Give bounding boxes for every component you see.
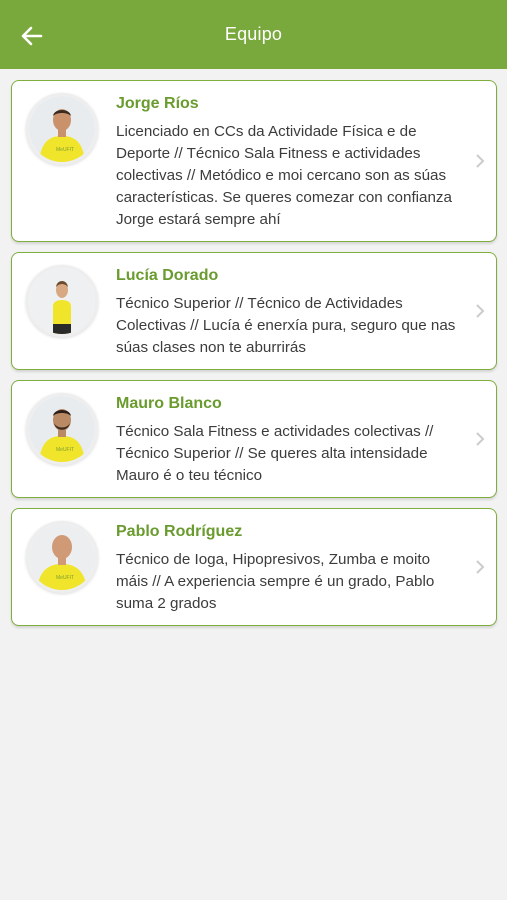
page-title: Equipo xyxy=(224,24,283,44)
coach-photo-icon: MeUFIT xyxy=(29,396,95,462)
avatar xyxy=(26,265,98,337)
chevron-right-icon xyxy=(476,560,485,574)
arrow-left-icon xyxy=(21,26,43,46)
chevron-right-icon xyxy=(476,432,485,446)
back-button[interactable] xyxy=(12,16,52,56)
member-description: Licenciado en CCs da Actividade Física e… xyxy=(116,123,452,228)
svg-text:MeUFIT: MeUFIT xyxy=(56,147,74,153)
chevron-right-icon xyxy=(476,304,485,318)
team-member-card[interactable]: Lucía Dorado Técnico Superior // Técnico… xyxy=(11,252,497,370)
member-description: Técnico de Ioga, Hipopresivos, Zumba e m… xyxy=(116,551,435,612)
chevron-right-icon xyxy=(476,154,485,168)
member-description: Técnico Sala Fitness e actividades colec… xyxy=(116,423,434,484)
member-description: Técnico Superior // Técnico de Actividad… xyxy=(116,295,456,356)
coach-photo-icon xyxy=(29,268,95,334)
coach-photo-icon: MeUFIT xyxy=(29,96,95,162)
team-member-card[interactable]: MeUFIT Pablo Rodríguez Técnico de Ioga, … xyxy=(11,508,497,626)
svg-text:MeUFIT: MeUFIT xyxy=(56,575,74,581)
member-name: Mauro Blanco xyxy=(116,395,222,412)
coach-photo-icon: MeUFIT xyxy=(29,524,95,590)
team-member-card[interactable]: MeUFIT Mauro Blanco Técnico Sala Fitness… xyxy=(11,380,497,498)
member-name: Jorge Ríos xyxy=(116,95,199,112)
avatar: MeUFIT xyxy=(26,393,98,465)
team-list: MeUFIT Jorge Ríos Licenciado en CCs da A… xyxy=(0,69,507,626)
app-header: Equipo xyxy=(0,0,507,69)
svg-text:MeUFIT: MeUFIT xyxy=(56,447,74,453)
member-name: Lucía Dorado xyxy=(116,267,219,284)
member-name: Pablo Rodríguez xyxy=(116,523,243,540)
avatar: MeUFIT xyxy=(26,521,98,593)
team-member-card[interactable]: MeUFIT Jorge Ríos Licenciado en CCs da A… xyxy=(11,80,497,242)
avatar: MeUFIT xyxy=(26,93,98,165)
